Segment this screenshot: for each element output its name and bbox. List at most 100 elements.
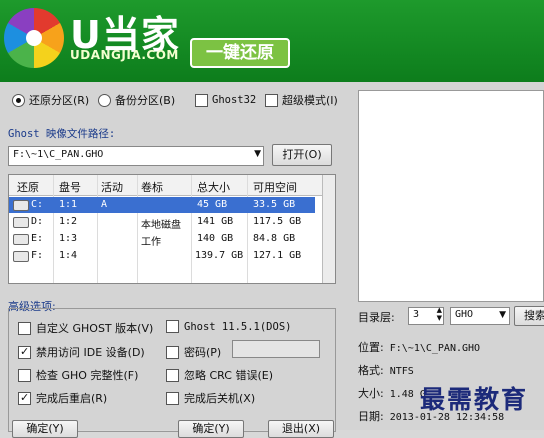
one-key-restore-banner: 一键还原 <box>190 38 290 68</box>
cell-free: 84.8 GB <box>253 233 296 244</box>
table-header: 还原 盘号 活动 卷标 总大小 可用空间 <box>9 175 335 196</box>
size-row: 大小: 1.48 G <box>358 385 426 401</box>
checkbox-icon <box>195 93 208 107</box>
table-row[interactable]: C: 1:1 A 45 GB 33.5 GB <box>9 197 315 213</box>
cell-total: 141 GB <box>197 216 234 227</box>
col-restore[interactable]: 还原 <box>17 179 39 195</box>
checkbox-icon <box>18 368 31 382</box>
date-label: 日期: <box>358 410 384 423</box>
format-value: NTFS <box>389 366 414 377</box>
location-row: 位置: F:\~1\C_PAN.GHO <box>358 339 480 355</box>
disable-ide-checkbox[interactable]: 禁用访问 IDE 设备(D) <box>18 344 145 360</box>
col-active[interactable]: 活动 <box>101 179 123 195</box>
dir-level-label: 目录层: <box>358 311 395 324</box>
custom-ghost-checkbox[interactable]: 自定义 GHOST 版本(V) <box>18 320 153 336</box>
cell-drive: C: <box>31 199 44 210</box>
cell-free: 127.1 GB <box>253 250 302 261</box>
super-mode-checkbox[interactable]: 超级模式(I) <box>265 92 338 108</box>
password-label: 密码(P) <box>184 346 222 359</box>
disk-icon <box>13 217 29 228</box>
cell-num: 1:1 <box>59 199 78 210</box>
extension-value: GHO <box>455 309 474 320</box>
cell-num: 1:3 <box>59 233 78 244</box>
cell-total: 139.7 GB <box>195 250 244 261</box>
custom-ghost-label: 自定义 GHOST 版本(V) <box>36 322 154 335</box>
main-panel: 还原分区(R) 备份分区(B) Ghost32 超级模式(I) Ghost 映像… <box>0 82 544 438</box>
checkbox-icon <box>18 345 31 359</box>
app-header: U当家 UDANGJIA.COM 一键还原 <box>0 0 544 82</box>
ignore-crc-checkbox[interactable]: 忽略 CRC 错误(E) <box>166 367 273 383</box>
ghost-version-label: Ghost 11.5.1(DOS) <box>184 320 292 333</box>
cell-drive: D: <box>31 216 44 227</box>
table-row[interactable]: F: 1:4 139.7 GB 127.1 GB <box>9 248 315 264</box>
restore-button[interactable]: 确定(Y) <box>178 420 244 438</box>
cell-num: 1:2 <box>59 216 78 227</box>
disable-ide-label: 禁用访问 IDE 设备(D) <box>36 346 145 359</box>
password-checkbox[interactable]: 密码(P) <box>166 344 221 360</box>
disk-icon <box>13 251 29 262</box>
cell-num: 1:4 <box>59 250 78 261</box>
restore-partition-label: 还原分区(R) <box>29 94 90 107</box>
cell-total: 45 GB <box>197 199 228 210</box>
ghost32-checkbox[interactable]: Ghost32 <box>195 92 256 108</box>
check-gho-label: 检查 GHO 完整性(F) <box>36 369 139 382</box>
password-field[interactable] <box>232 340 320 358</box>
spin-down-icon[interactable]: ▼ <box>437 314 442 322</box>
ignore-crc-label: 忽略 CRC 错误(E) <box>184 369 273 382</box>
location-value: F:\~1\C_PAN.GHO <box>389 343 481 354</box>
preview-panel <box>358 90 544 302</box>
left-pane: 还原分区(R) 备份分区(B) Ghost32 超级模式(I) Ghost 映像… <box>0 82 346 438</box>
reboot-checkbox[interactable]: 完成后重启(R) <box>18 390 107 406</box>
check-gho-checkbox[interactable]: 检查 GHO 完整性(F) <box>18 367 138 383</box>
checkbox-icon <box>18 321 31 335</box>
cell-free: 33.5 GB <box>253 199 296 210</box>
spin-up-icon[interactable]: ▲ <box>437 306 442 314</box>
cell-drive: E: <box>31 233 44 244</box>
image-path-combo[interactable]: F:\~1\C_PAN.GHO ▼ <box>8 146 264 166</box>
exit-button[interactable]: 退出(X) <box>268 420 334 438</box>
brand-url: UDANGJIA.COM <box>70 48 179 62</box>
checkbox-icon <box>18 391 31 405</box>
table-row[interactable]: D: 1:2 本地磁盘 141 GB 117.5 GB <box>9 214 315 231</box>
checkbox-icon <box>166 368 179 382</box>
radio-icon <box>98 93 111 107</box>
extension-combo[interactable]: GHO ▼ <box>450 307 510 325</box>
shutdown-checkbox[interactable]: 完成后关机(X) <box>166 390 255 406</box>
image-path-value: F:\~1\C_PAN.GHO <box>13 149 104 160</box>
partition-table: 还原 盘号 活动 卷标 总大小 可用空间 C: 1:1 A 45 GB 33.5… <box>8 174 336 284</box>
format-label: 格式: <box>358 364 384 377</box>
super-mode-label: 超级模式(I) <box>282 94 338 107</box>
radio-icon <box>12 93 25 107</box>
checkbox-icon <box>166 345 179 359</box>
restore-partition-radio[interactable]: 还原分区(R) <box>12 92 89 108</box>
table-scrollbar[interactable] <box>322 175 335 283</box>
cell-label: 工作 <box>141 237 161 248</box>
location-label: 位置: <box>358 341 384 354</box>
col-disk[interactable]: 盘号 <box>59 179 81 195</box>
dir-level-row: 目录层: <box>358 309 395 325</box>
disk-icon <box>13 234 29 245</box>
col-label[interactable]: 卷标 <box>141 179 163 195</box>
cell-total: 140 GB <box>197 233 234 244</box>
format-row: 格式: NTFS <box>358 362 414 378</box>
backup-partition-radio[interactable]: 备份分区(B) <box>98 92 175 108</box>
search-button[interactable]: 搜索 <box>514 306 544 326</box>
size-label: 大小: <box>358 387 384 400</box>
checkbox-icon <box>166 391 179 405</box>
col-total[interactable]: 总大小 <box>197 179 230 195</box>
dir-level-spinner[interactable]: 3 ▲ ▼ <box>408 306 444 325</box>
cell-active: A <box>101 199 108 210</box>
checkbox-icon <box>166 320 179 333</box>
col-free[interactable]: 可用空间 <box>253 179 297 195</box>
dropdown-arrow-icon[interactable]: ▼ <box>254 149 261 159</box>
table-row[interactable]: E: 1:3 工作 140 GB 84.8 GB <box>9 231 315 248</box>
disk-icon <box>13 200 29 211</box>
shutdown-label: 完成后关机(X) <box>184 392 256 405</box>
cell-drive: F: <box>31 250 44 261</box>
ghost-version-checkbox[interactable]: Ghost 11.5.1(DOS) <box>166 320 291 333</box>
dropdown-arrow-icon[interactable]: ▼ <box>499 310 506 320</box>
image-path-label: Ghost 映像文件路径: <box>8 128 116 140</box>
watermark: 最需教育 <box>420 385 529 414</box>
open-button[interactable]: 打开(O) <box>272 144 332 166</box>
confirm-button[interactable]: 确定(Y) <box>12 420 78 438</box>
